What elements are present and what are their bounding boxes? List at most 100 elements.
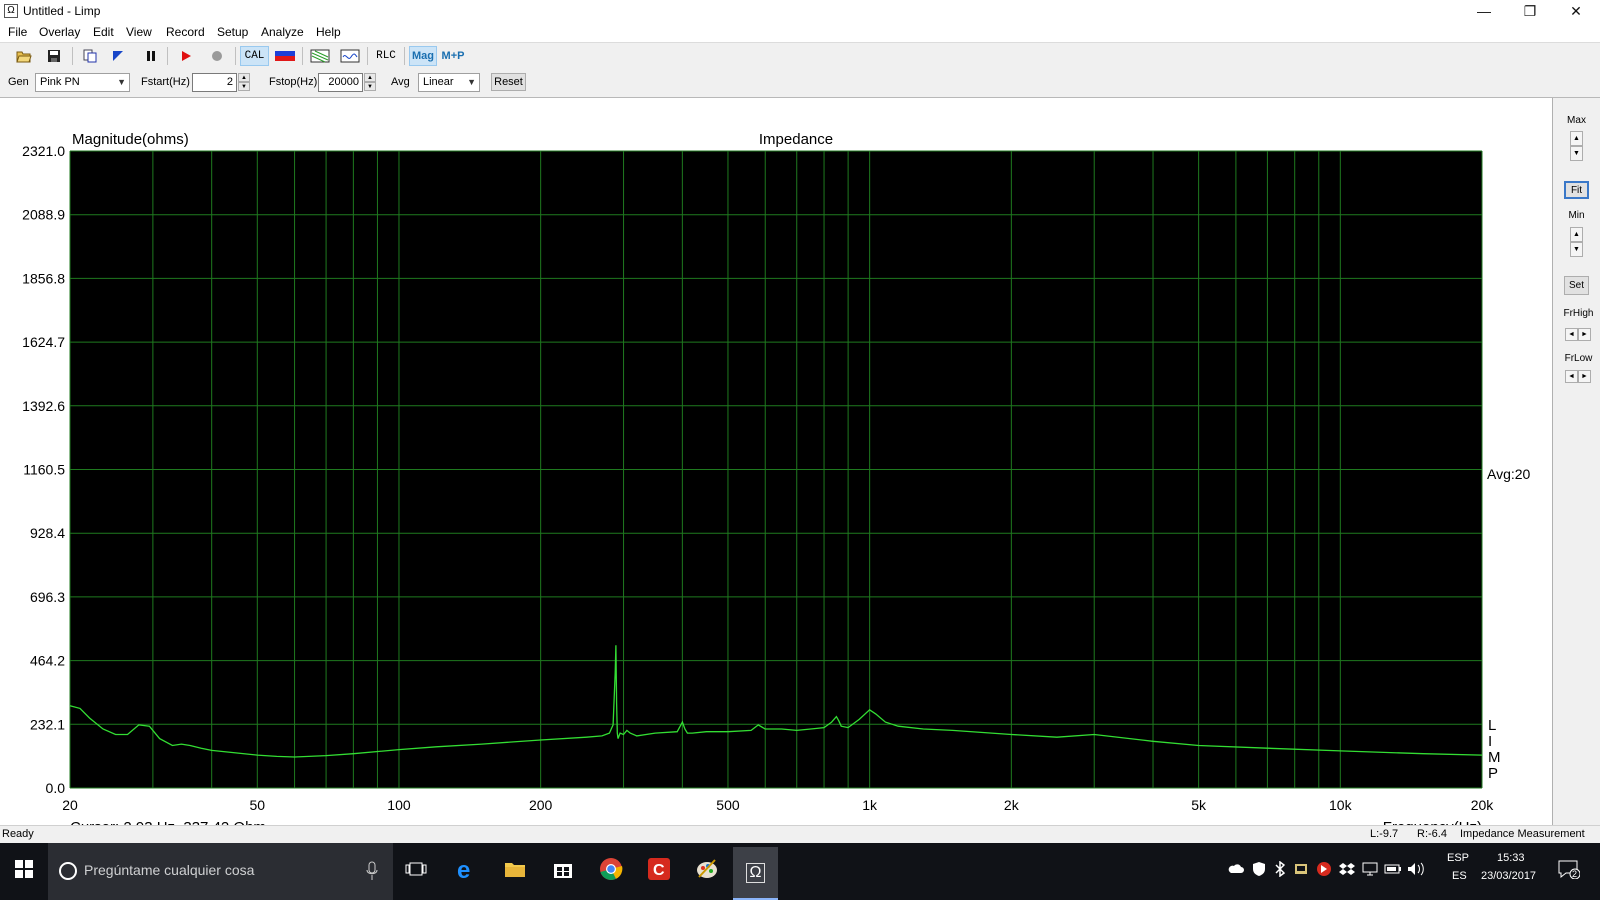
controls-bar: Gen Pink PN ▼ Fstart(Hz) 2 ▲ ▼ Fstop(Hz) … bbox=[0, 69, 1600, 98]
file-explorer-icon[interactable] bbox=[502, 856, 528, 882]
plot-area: 2321.0 2088.9 1856.8 1624.7 1392.6 1160.5 928.… bbox=[0, 98, 1553, 836]
fstart-spinner[interactable]: ▲ ▼ bbox=[238, 73, 250, 92]
paint-icon[interactable] bbox=[694, 856, 720, 882]
edge-icon[interactable]: e bbox=[454, 856, 480, 882]
battery-icon[interactable] bbox=[1384, 856, 1402, 882]
mag-button[interactable]: Mag bbox=[409, 46, 437, 66]
clock-date[interactable]: 23/03/2017 bbox=[1481, 870, 1536, 882]
y-tick-label: 696.3 bbox=[30, 589, 65, 605]
impedance-chart[interactable]: 2321.0 2088.9 1856.8 1624.7 1392.6 1160.5 928.… bbox=[0, 98, 1552, 836]
frlow-spinner[interactable]: ◄ ► bbox=[1565, 370, 1591, 383]
limp-taskbar-icon[interactable]: Ω bbox=[733, 847, 778, 900]
x-tick-label: 200 bbox=[529, 797, 553, 813]
wave-icon[interactable] bbox=[337, 46, 363, 66]
mp-label: M+P bbox=[441, 50, 465, 62]
fstart-label: Fstart(Hz) bbox=[141, 76, 190, 88]
marker-icon[interactable] bbox=[108, 46, 128, 66]
avg-value: Linear bbox=[423, 76, 454, 88]
svg-text:C: C bbox=[653, 862, 665, 879]
x-tick-label: 5k bbox=[1191, 797, 1207, 813]
close-button[interactable]: ✕ bbox=[1553, 0, 1599, 22]
x-tick-label: 50 bbox=[250, 797, 266, 813]
gen-select[interactable]: Pink PN ▼ bbox=[35, 73, 130, 92]
bluetooth-icon[interactable] bbox=[1273, 856, 1287, 882]
fit-button[interactable]: Fit bbox=[1564, 181, 1589, 199]
min-spinner[interactable]: ▲ ▼ bbox=[1570, 227, 1583, 258]
frlow-label: FrLow bbox=[1564, 353, 1593, 364]
mag-label: Mag bbox=[412, 50, 434, 62]
limp-letter: L bbox=[1488, 717, 1496, 734]
menu-setup[interactable]: Setup bbox=[217, 25, 248, 39]
windows-start-icon[interactable] bbox=[11, 856, 37, 882]
y-tick-label: 0.0 bbox=[46, 780, 66, 796]
x-tick-label: 100 bbox=[387, 797, 411, 813]
onedrive-icon[interactable] bbox=[1228, 856, 1244, 882]
pause-icon[interactable] bbox=[141, 46, 161, 66]
language-secondary[interactable]: ES bbox=[1452, 870, 1467, 882]
x-tick-label: 10k bbox=[1329, 797, 1353, 813]
avg-label: Avg bbox=[391, 76, 410, 88]
maximize-button[interactable]: ❐ bbox=[1507, 0, 1553, 22]
toolbar: CAL RLC Mag M+P bbox=[0, 43, 1600, 69]
x-tick-label: 20 bbox=[62, 797, 78, 813]
language-primary[interactable]: ESP bbox=[1447, 852, 1469, 864]
x-tick-label: 20k bbox=[1471, 797, 1495, 813]
ccleaner-icon[interactable]: C bbox=[646, 856, 672, 882]
gen-value: Pink PN bbox=[40, 76, 80, 88]
menu-overlay[interactable]: Overlay bbox=[39, 25, 80, 39]
y-axis-title: Magnitude(ohms) bbox=[72, 131, 189, 148]
rlc-button[interactable]: RLC bbox=[372, 46, 400, 66]
notification-count: 2 bbox=[1572, 869, 1578, 879]
title-bar: Ω Untitled - Limp — ❐ ✕ bbox=[0, 0, 1600, 22]
y-tick-label: 928.4 bbox=[30, 525, 65, 541]
fstart-input[interactable]: 2 bbox=[192, 73, 237, 92]
frhigh-spinner[interactable]: ◄ ► bbox=[1565, 328, 1591, 341]
play-icon[interactable] bbox=[176, 46, 196, 66]
minimize-button[interactable]: — bbox=[1461, 0, 1507, 22]
fstop-spinner[interactable]: ▲ ▼ bbox=[364, 73, 376, 92]
cortana-icon bbox=[59, 862, 77, 880]
gen-label: Gen bbox=[8, 76, 29, 88]
status-ready: Ready bbox=[2, 828, 34, 840]
tray-arrow-icon[interactable] bbox=[1316, 856, 1332, 882]
dropbox-icon[interactable] bbox=[1339, 856, 1355, 882]
menu-view[interactable]: View bbox=[126, 25, 152, 39]
rlc-label: RLC bbox=[376, 50, 396, 62]
reset-button[interactable]: Reset bbox=[491, 73, 526, 91]
menu-bar: File Overlay Edit View Record Setup Anal… bbox=[0, 22, 1600, 43]
copy-icon[interactable] bbox=[80, 46, 100, 66]
search-input[interactable]: Pregúntame cualquier cosa bbox=[48, 843, 393, 900]
set-button[interactable]: Set bbox=[1564, 276, 1589, 295]
menu-file[interactable]: File bbox=[8, 25, 27, 39]
defender-icon[interactable] bbox=[1251, 856, 1267, 882]
status-left-level: L:-9.7 bbox=[1370, 828, 1399, 840]
y-tick-label: 232.1 bbox=[30, 716, 65, 732]
search-placeholder: Pregúntame cualquier cosa bbox=[84, 862, 255, 878]
status-right-level: R:-6.4 bbox=[1417, 828, 1447, 840]
menu-help[interactable]: Help bbox=[316, 25, 341, 39]
menu-edit[interactable]: Edit bbox=[93, 25, 114, 39]
save-icon[interactable] bbox=[44, 46, 64, 66]
mp-button[interactable]: M+P bbox=[439, 46, 467, 66]
task-view-icon[interactable] bbox=[403, 856, 429, 882]
menu-record[interactable]: Record bbox=[166, 25, 205, 39]
volume-icon[interactable] bbox=[1407, 856, 1425, 882]
menu-analyze[interactable]: Analyze bbox=[261, 25, 304, 39]
y-tick-label: 2321.0 bbox=[22, 143, 65, 159]
avg-select[interactable]: Linear ▼ bbox=[418, 73, 480, 92]
clock-time[interactable]: 15:33 bbox=[1497, 852, 1525, 864]
open-folder-icon[interactable] bbox=[14, 46, 34, 66]
x-tick-label: 500 bbox=[716, 797, 740, 813]
tray-app-icon[interactable] bbox=[1293, 856, 1309, 882]
channel-icon[interactable] bbox=[272, 46, 298, 66]
stop-icon[interactable] bbox=[207, 46, 227, 66]
display-icon[interactable] bbox=[1362, 856, 1378, 882]
fstop-input[interactable]: 20000 bbox=[318, 73, 363, 92]
cal-button[interactable]: CAL bbox=[240, 46, 269, 66]
filter-icon[interactable] bbox=[307, 46, 333, 66]
notifications-icon[interactable]: 2 bbox=[1556, 856, 1582, 882]
max-spinner[interactable]: ▲ ▼ bbox=[1570, 131, 1583, 162]
cal-label: CAL bbox=[244, 50, 265, 62]
store-icon[interactable] bbox=[550, 856, 576, 882]
chrome-icon[interactable] bbox=[598, 856, 624, 882]
